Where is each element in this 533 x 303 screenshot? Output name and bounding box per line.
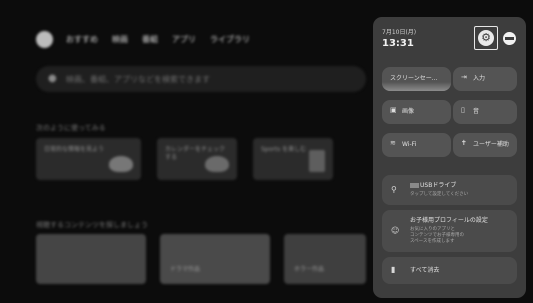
nav-tab-shows: 番組 <box>142 35 158 44</box>
mic-icon: ● <box>48 73 57 84</box>
sports-icon <box>309 150 325 172</box>
profile-avatar-button[interactable] <box>503 32 516 45</box>
usb-drive-notification[interactable]: ⚲ USBドライブ タップして設定してください <box>382 175 517 205</box>
content-thumbnail: ドラマ作品 <box>160 234 270 284</box>
kids-profile-notification[interactable]: ☺ お子様用プロフィールの設定 お気に入りのアプリと コンテンツでお子様専用の … <box>382 210 517 252</box>
input-icon: ⇥ <box>461 73 467 81</box>
tile-label: ユーザー補助 <box>473 141 509 148</box>
date-label: 7月10日(月) <box>382 29 417 36</box>
clock-time: 13:31 <box>382 38 414 49</box>
tile-screensaver[interactable]: スクリーンセー... <box>382 67 451 91</box>
accessibility-icon: ✝ <box>461 139 467 147</box>
home-search-bar: ● 映画、番組、アプリなどを検索できます <box>36 66 366 92</box>
smiley-icon: ☺ <box>391 226 400 235</box>
nav-tab-recommended: おすすめ <box>66 35 98 44</box>
usb-subtitle: タップして設定してください <box>410 192 469 197</box>
redacted-block <box>410 183 419 188</box>
home-nav: おすすめ 映画 番組 アプリ ライブラリ <box>66 34 250 45</box>
screen: おすすめ 映画 番組 アプリ ライブラリ ● 映画、番組、アプリなどを検索できま… <box>0 0 533 303</box>
clear-all-label: すべて消去 <box>410 267 440 274</box>
clear-all-button[interactable]: ▮ すべて消去 <box>382 257 517 284</box>
trash-icon: ▮ <box>391 265 396 274</box>
wifi-icon: ≋ <box>390 139 396 147</box>
usb-title-text: USBドライブ <box>420 182 457 189</box>
home-avatar <box>36 31 53 48</box>
home-card: Sports を楽しむ <box>253 138 333 180</box>
home-card: 日常的な情報を見よう <box>36 138 141 180</box>
usb-icon: ⚲ <box>391 185 397 194</box>
tile-label: 音 <box>473 108 480 115</box>
tile-picture[interactable]: ▣ 画像 <box>382 100 451 124</box>
section-title-try: 次のように使ってみる <box>36 124 106 132</box>
tile-label: 入力 <box>473 75 486 82</box>
tile-input[interactable]: ⇥ 入力 <box>453 67 517 91</box>
screensaver-preview <box>382 82 451 91</box>
tile-label: 画像 <box>402 108 415 115</box>
nav-tab-apps: アプリ <box>172 35 196 44</box>
nav-tab-movies: 映画 <box>112 35 128 44</box>
content-thumbnail <box>36 234 146 284</box>
gear-icon[interactable]: ⚙ <box>478 30 494 46</box>
home-card: カレンダーをチェックする <box>157 138 237 180</box>
sound-icon: ▯ <box>461 106 465 114</box>
quick-settings-panel: 7月10日(月) 13:31 ⚙ スクリーンセー... ⇥ 入力 ▣ 画像 ▯ … <box>373 17 526 298</box>
nav-tab-library: ライブラリ <box>210 35 250 44</box>
picture-icon: ▣ <box>390 106 397 114</box>
tile-label: Wi-Fi <box>402 141 417 148</box>
tile-wifi[interactable]: ≋ Wi-Fi <box>382 133 451 157</box>
content-thumbnail: ホラー作品 <box>284 234 366 284</box>
search-placeholder: 映画、番組、アプリなどを検索できます <box>66 75 210 84</box>
home-card-label: 日常的な情報を見よう <box>44 146 105 153</box>
usb-title: USBドライブ <box>410 183 456 189</box>
tile-sound[interactable]: ▯ 音 <box>453 100 517 124</box>
cloud-icon <box>109 156 133 172</box>
tile-label: スクリーンセー... <box>390 75 438 82</box>
settings-button-focus[interactable]: ⚙ <box>474 26 498 50</box>
kids-description-3: スペースを作成します <box>410 239 455 244</box>
section-title-content: 視聴するコンテンツを探しましょう <box>36 221 148 229</box>
kids-title: お子様用プロフィールの設定 <box>410 217 488 224</box>
thumbnail-label: ホラー作品 <box>294 266 325 273</box>
tile-accessibility[interactable]: ✝ ユーザー補助 <box>453 133 517 157</box>
calendar-icon <box>205 156 229 172</box>
thumbnail-label: ドラマ作品 <box>170 266 201 273</box>
